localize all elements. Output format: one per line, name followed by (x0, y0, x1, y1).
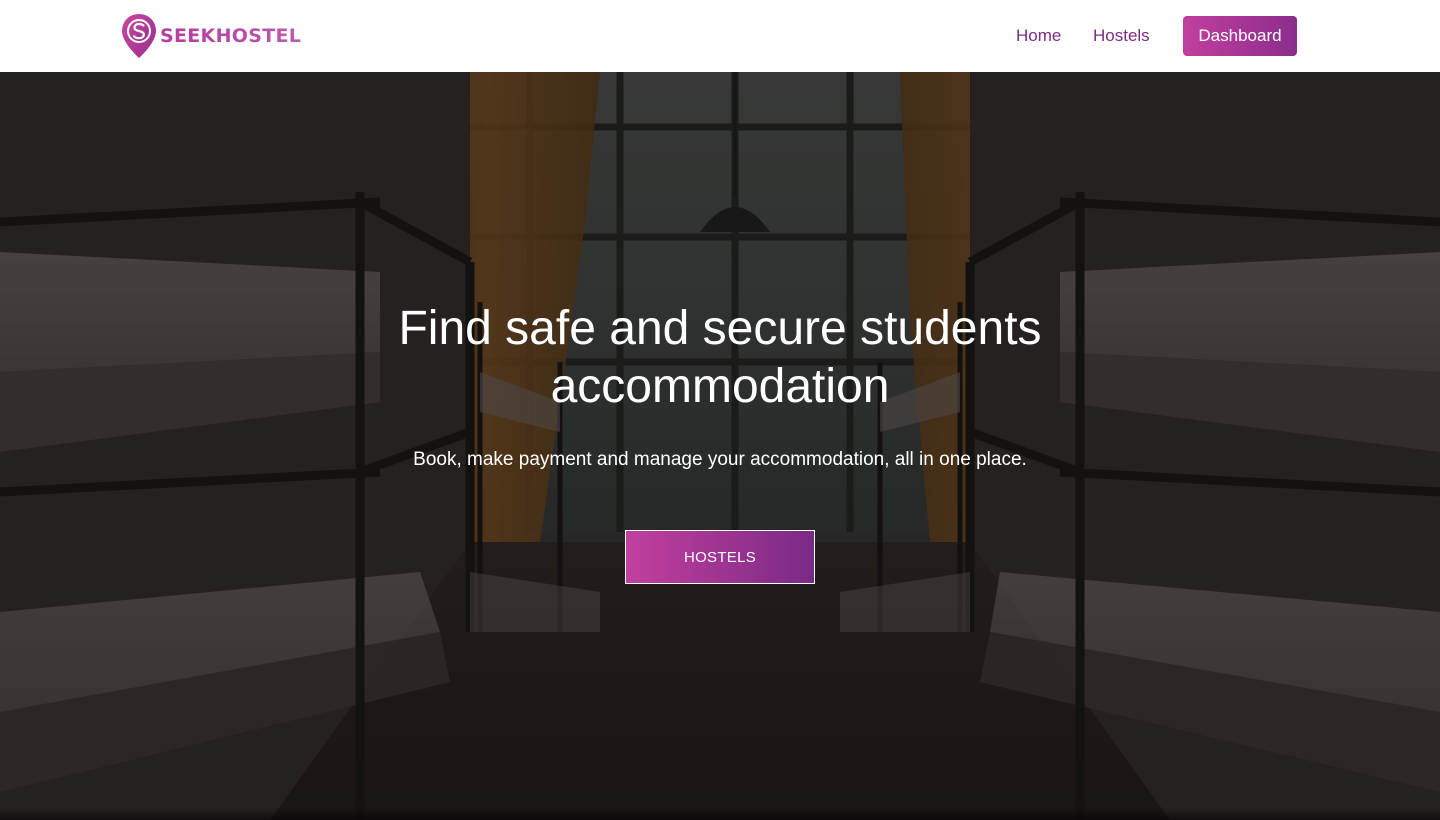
map-pin-s-icon (122, 14, 156, 58)
navbar: SEEKHOSTEL Home Hostels Dashboard (0, 0, 1440, 72)
hero-subtitle: Book, make payment and manage your accom… (413, 449, 1027, 470)
brand-logo[interactable]: SEEKHOSTEL (120, 12, 301, 60)
dashboard-button[interactable]: Dashboard (1183, 16, 1297, 56)
hero-content: Find safe and secure students accommodat… (0, 72, 1440, 820)
nav-home-link[interactable]: Home (1016, 0, 1061, 72)
hostels-cta-button[interactable]: HOSTELS (625, 530, 815, 584)
brand-name: SEEKHOSTEL (160, 25, 302, 47)
hero-title: Find safe and secure students accommodat… (398, 302, 1042, 413)
nav-hostels-link[interactable]: Hostels (1093, 0, 1150, 72)
hero-section: Find safe and secure students accommodat… (0, 72, 1440, 820)
